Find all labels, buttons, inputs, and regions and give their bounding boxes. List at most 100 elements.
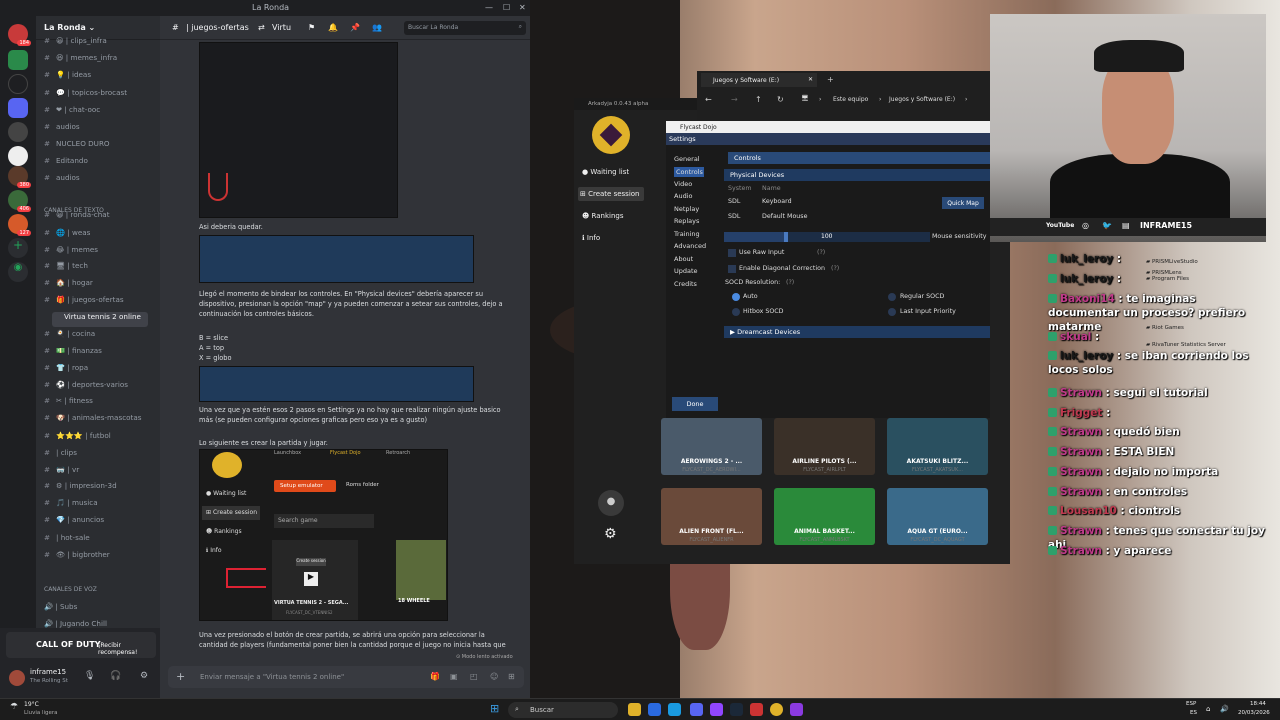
notification-bell-icon[interactable]: 🔔 (328, 23, 338, 32)
channel-item[interactable]: # 😂 | memes (44, 245, 156, 260)
section-header[interactable]: CANALES DE TEXTO (44, 207, 156, 222)
channel-item[interactable]: # 🎁 | juegos-ofertas (44, 295, 156, 310)
menu-rankings[interactable]: ☻ Rankings (582, 212, 624, 220)
channel-item[interactable]: # ⚙ | impresion-3d (44, 481, 156, 496)
server-icon[interactable]: 184 (8, 24, 31, 46)
settings-menu-item[interactable]: Credits (674, 280, 697, 288)
settings-menu-item[interactable]: Audio (674, 192, 692, 200)
done-button[interactable]: Done (672, 397, 718, 411)
channel-item[interactable]: # ✂ | fitness (44, 396, 156, 411)
explore-icon[interactable]: ◉ (8, 262, 28, 282)
raw-input-checkbox[interactable] (728, 249, 736, 257)
settings-menu-item[interactable]: Video (674, 180, 692, 188)
channel-item[interactable]: # 🥽 | vr (44, 465, 156, 480)
headphones-icon[interactable]: 🎧 (110, 671, 121, 681)
cod-promo-banner[interactable]: CALL OF DUTY ¡Recibir recompensa! (6, 632, 156, 658)
voice-channel-item[interactable]: 🔊 | Subs (44, 602, 156, 617)
channel-item[interactable]: # 💵 | finanzas (44, 346, 156, 361)
clock-time[interactable]: 18:44 (1250, 701, 1266, 707)
menu-create-session[interactable]: ⊞ Create session (578, 187, 644, 201)
forward-icon[interactable]: → (731, 95, 738, 104)
steam-icon[interactable] (730, 703, 743, 716)
minimize-icon[interactable]: — (485, 3, 493, 12)
game-tile[interactable]: AEROWINGS 2 - ... FLYCAST_DC_AEROWI... (661, 418, 762, 475)
server-icon[interactable]: 406 (8, 190, 31, 212)
back-icon[interactable]: ← (705, 95, 712, 104)
mic-icon[interactable]: 🎙 (84, 671, 95, 681)
profile-icon[interactable]: ● (598, 490, 624, 516)
mouse-sensitivity-slider[interactable]: 100 (724, 232, 930, 242)
channel-item[interactable]: # 🍳 | cocina (44, 329, 156, 344)
server-icon[interactable]: 380 (8, 166, 31, 188)
game-tile[interactable]: ALIEN FRONT (FL... FLYCAST_ALIENFR (661, 488, 762, 545)
help-icon[interactable]: (?) (831, 265, 839, 272)
thread-title[interactable]: Virtu (272, 23, 291, 32)
taskbar-search[interactable]: ⌕ Buscar (508, 702, 618, 718)
channel-item[interactable]: # 🎵 | musica (44, 498, 156, 513)
settings-menu-item[interactable]: About (674, 255, 693, 263)
server-icon[interactable] (8, 50, 28, 70)
help-icon[interactable]: (?) (817, 249, 825, 256)
game-tile[interactable]: AIRLINE PILOTS (... FLYCAST_AIRLPLT (774, 418, 875, 475)
explorer-tab[interactable]: Juegos y Software (E:) ✕ (701, 73, 817, 87)
channel-item[interactable]: # 💎 | anuncios (44, 515, 156, 530)
members-icon[interactable]: 👥 (372, 23, 382, 32)
section-header[interactable]: Canales de voz (44, 586, 156, 601)
controls-header[interactable]: Controls (728, 152, 990, 164)
apps-icon[interactable]: ⊞ (508, 672, 515, 681)
add-attachment-icon[interactable]: + (176, 670, 185, 683)
search-input[interactable]: Buscar La Ronda ⌕ (404, 21, 526, 35)
arkadyja-icon[interactable] (770, 703, 783, 716)
address-bar[interactable]: 🖥 › Este equipo › Juegos y Software (E:)… (797, 93, 987, 107)
message-screenshot[interactable] (199, 235, 474, 283)
message-input[interactable]: + Enviar mensaje a "Virtua tennis 2 onli… (168, 666, 524, 688)
add-server-icon[interactable]: + (8, 238, 28, 258)
gif-icon[interactable]: ▣ (450, 672, 458, 681)
close-icon[interactable]: ✕ (519, 3, 526, 12)
pin-icon[interactable]: 📌 (350, 23, 360, 32)
refresh-icon[interactable]: ↻ (777, 95, 784, 104)
socd-radio-auto[interactable] (732, 293, 740, 301)
game-tile[interactable]: ANIMAL BASKET... FLYCAST_ANMLBSKT (774, 488, 875, 545)
settings-gear-icon[interactable]: ⚙ (140, 671, 148, 681)
server-icon[interactable] (8, 122, 28, 142)
dreamcast-devices-header[interactable]: ▶ Dreamcast Devices (724, 326, 990, 338)
settings-menu-item[interactable]: Netplay (674, 205, 699, 213)
lang-region[interactable]: ES (1190, 710, 1197, 716)
game-tile[interactable]: AQUA GT (EURO... FLYCAST_DC_AQUAGT (887, 488, 988, 545)
obs-icon[interactable] (790, 703, 803, 716)
message-screenshot[interactable]: ● Waiting list ⊞ Create session ☻ Rankin… (199, 449, 448, 621)
network-icon[interactable]: ⌂ (1206, 705, 1210, 713)
volume-icon[interactable]: 🔊 (1220, 705, 1229, 713)
sticker-icon[interactable]: ◰ (470, 672, 478, 681)
channel-item[interactable]: # | hot-sale (44, 533, 156, 548)
socd-radio-regular[interactable] (888, 293, 896, 301)
maximize-icon[interactable]: ☐ (503, 3, 510, 12)
menu-waiting-list[interactable]: ● Waiting list (582, 168, 629, 176)
server-icon[interactable] (8, 98, 28, 118)
channel-item[interactable]: # ❤ | chat-ooc (44, 105, 156, 120)
breadcrumb[interactable]: Este equipo (833, 96, 868, 103)
socd-radio-last-input[interactable] (888, 308, 896, 316)
channel-item[interactable]: # audios (44, 173, 156, 188)
server-icon[interactable] (8, 146, 28, 166)
emoji-icon[interactable]: ☺ (490, 672, 498, 681)
settings-menu-item[interactable]: Update (674, 267, 698, 275)
channel-item[interactable]: # 🖥 | tech (44, 261, 156, 276)
message-screenshot[interactable] (199, 366, 474, 402)
clock-date[interactable]: 20/03/2026 (1238, 710, 1270, 716)
settings-menu-item[interactable]: Replays (674, 217, 699, 225)
up-icon[interactable]: ↑ (755, 95, 762, 104)
menu-info[interactable]: ℹ Info (582, 234, 600, 242)
channel-item[interactable]: # 👕 | ropa (44, 363, 156, 378)
close-tab-icon[interactable]: ✕ (808, 76, 813, 83)
socd-radio-hitbox[interactable] (732, 308, 740, 316)
channel-item[interactable]: # 🏠 | hogar (44, 278, 156, 293)
channel-item[interactable]: # ⭐⭐⭐ | futbol (44, 431, 156, 446)
channel-item[interactable]: # 🐶 | animales-mascotas (44, 413, 156, 428)
settings-menu-item[interactable]: Advanced (674, 242, 706, 250)
promo-cta[interactable]: ¡Recibir recompensa! (98, 642, 156, 656)
channel-item[interactable]: Virtua tennis 2 online (52, 312, 148, 327)
server-icon[interactable] (8, 74, 28, 94)
start-icon[interactable]: ⊞ (490, 702, 499, 715)
